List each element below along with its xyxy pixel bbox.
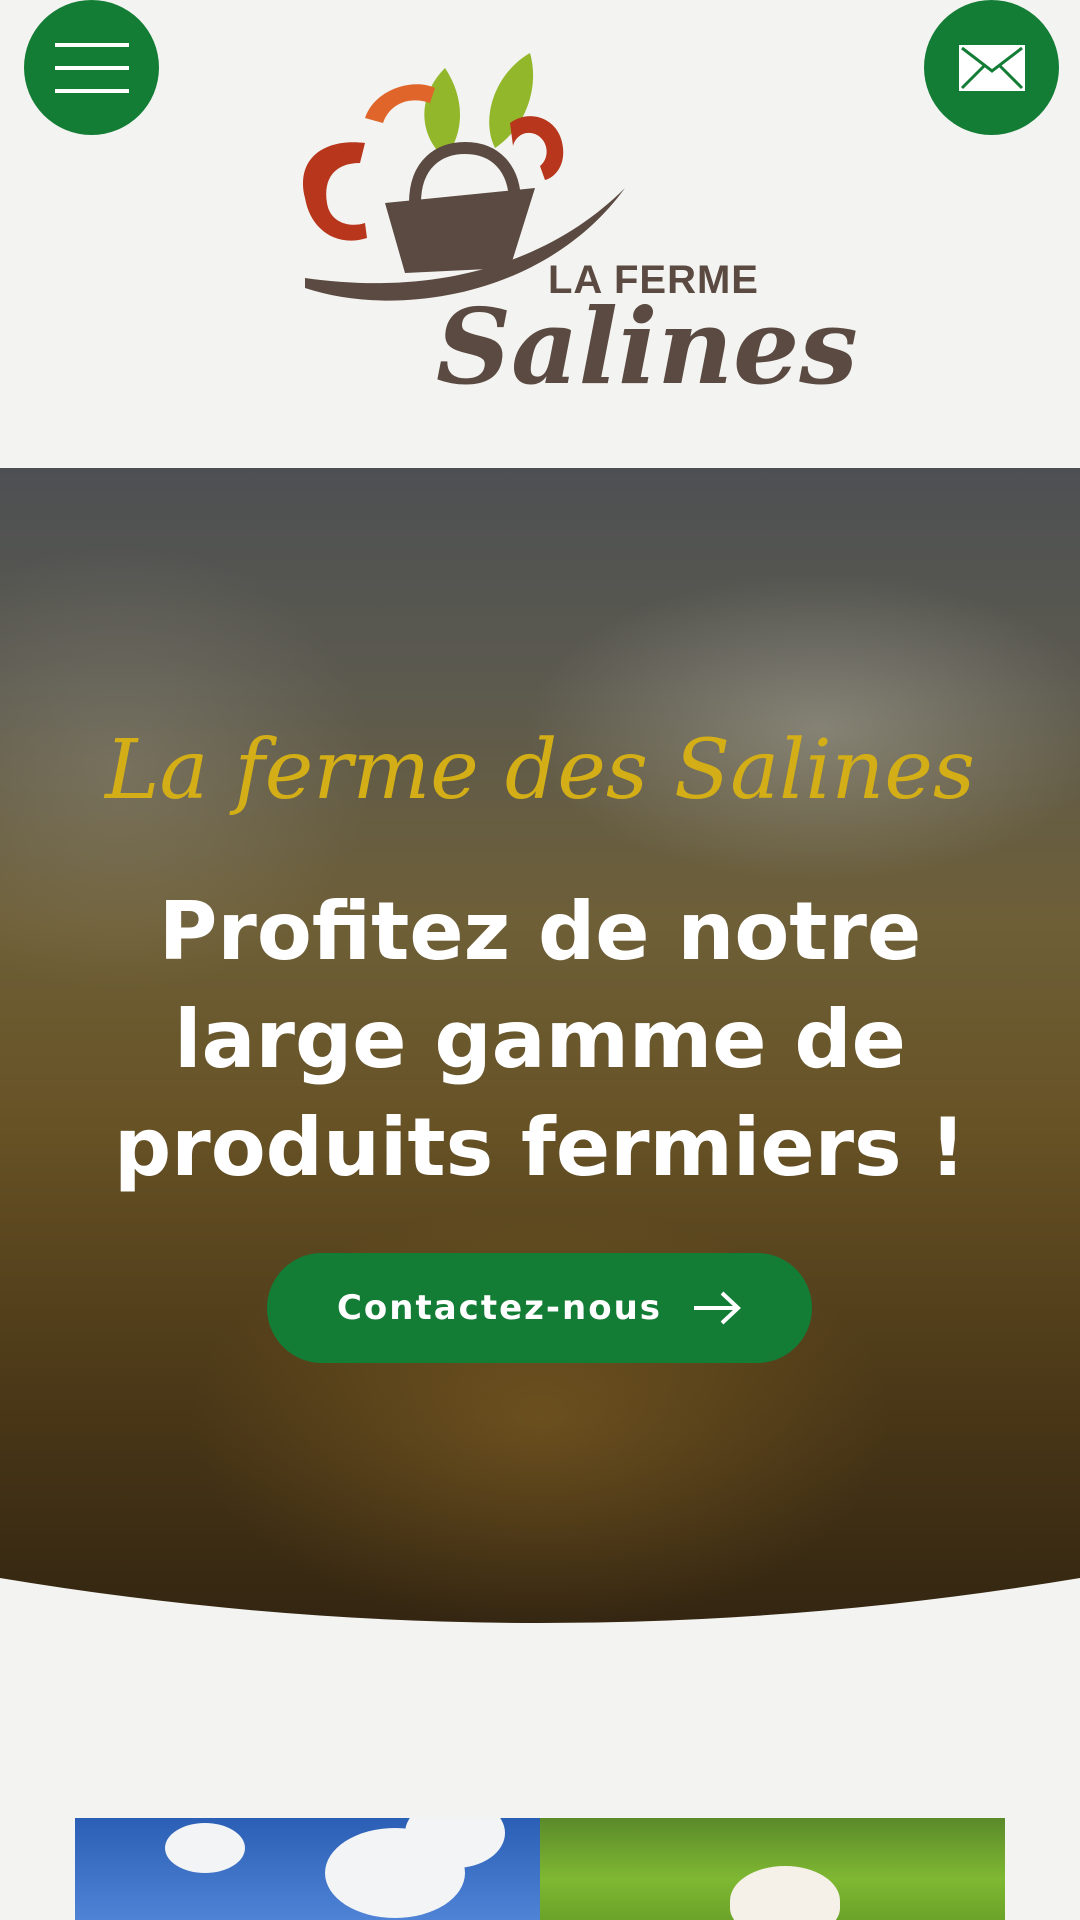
contact-mail-button[interactable]	[924, 0, 1059, 135]
arrow-right-icon	[694, 1291, 741, 1325]
envelope-icon	[958, 44, 1025, 91]
hero-tagline: La ferme des Salines	[105, 723, 975, 818]
lamb-field-photo	[540, 1818, 1005, 1920]
hero-bottom-curve	[0, 1578, 1080, 1668]
contact-us-label: Contactez-nous	[336, 1288, 663, 1328]
logo-line2: Salines	[436, 285, 858, 408]
menu-button[interactable]	[24, 0, 159, 135]
contact-us-button[interactable]: Contactez-nous	[267, 1253, 812, 1363]
sheep-sky-photo	[75, 1818, 540, 1920]
gallery-row	[75, 1818, 1005, 1920]
hamburger-icon	[54, 42, 129, 93]
hero-section: La ferme des Salines Profitez de notre l…	[0, 468, 1080, 1668]
hero-title: Profitez de notre large gamme de produit…	[114, 885, 966, 1194]
